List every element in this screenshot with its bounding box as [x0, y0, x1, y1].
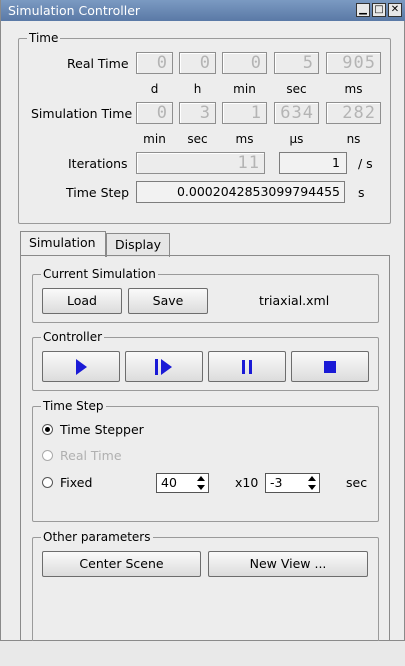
real-time-days: 0: [136, 52, 173, 74]
sim-time-us: 634: [274, 102, 319, 124]
tab-display[interactable]: Display: [106, 233, 170, 257]
fixed-label: Fixed: [60, 475, 93, 490]
close-icon[interactable]: ✕: [388, 3, 402, 17]
time-group-label: Time: [27, 31, 61, 45]
fixed-value: 40: [161, 475, 177, 490]
new-view-button[interactable]: New View ...: [208, 551, 368, 577]
window-title: Simulation Controller: [8, 3, 141, 18]
bottom-strip: [0, 641, 405, 666]
exponent-spinbox[interactable]: -3: [265, 473, 320, 493]
sim-time-label: Simulation Time: [31, 106, 133, 121]
save-button[interactable]: Save: [128, 288, 208, 314]
unit-min: min: [233, 82, 256, 96]
current-file-name: triaxial.xml: [259, 293, 330, 308]
play-icon: [76, 358, 87, 375]
time-step-value: 0.0002042853099794455: [136, 181, 345, 203]
real-time-seconds: 5: [274, 52, 319, 74]
simulation-controller-window: Simulation Controller ▁ □ ✕ Time Real Ti…: [0, 0, 405, 647]
sim-time-ms: 1: [222, 102, 267, 124]
step-button[interactable]: [125, 351, 203, 382]
unit-h: h: [193, 82, 202, 96]
rate-unit: / s: [358, 156, 373, 171]
step-icon: [155, 358, 172, 375]
time-step-label: Time Step: [66, 185, 130, 200]
iterations-label: Iterations: [68, 156, 128, 171]
unit-sim-ms: ms: [235, 132, 254, 146]
stop-button[interactable]: [291, 351, 369, 382]
unit-sim-min: min: [143, 132, 166, 146]
real-time-option-label: Real Time: [60, 448, 122, 463]
sim-time-min: 0: [136, 102, 173, 124]
sim-time-ns: 282: [326, 102, 381, 124]
unit-sec: sec: [286, 82, 307, 96]
minimize-icon[interactable]: ▁: [356, 3, 370, 17]
center-scene-button[interactable]: Center Scene: [42, 551, 201, 577]
unit-sim-sec: sec: [187, 132, 208, 146]
iterations-rate: 1: [279, 152, 347, 174]
real-time-minutes: 0: [222, 52, 267, 74]
real-time-ms: 905: [326, 52, 381, 74]
time-stepper-radio[interactable]: [42, 424, 53, 435]
unit-ms: ms: [344, 82, 363, 96]
real-time-hours: 0: [179, 52, 216, 74]
time-step-group-label: Time Step: [41, 399, 106, 413]
time-step-unit: s: [358, 185, 365, 200]
current-simulation-label: Current Simulation: [41, 267, 158, 281]
real-time-label: Real Time: [67, 56, 129, 71]
spin-arrows-icon[interactable]: [307, 475, 317, 491]
title-bar: Simulation Controller ▁ □ ✕: [1, 0, 405, 21]
sim-time-sec: 3: [179, 102, 216, 124]
time-stepper-label: Time Stepper: [60, 422, 144, 437]
load-button[interactable]: Load: [42, 288, 122, 314]
unit-sim-ns: ns: [346, 132, 361, 146]
unit-sim-us: µs: [289, 132, 304, 146]
pause-button[interactable]: [208, 351, 286, 382]
spin-arrows-icon[interactable]: [196, 475, 206, 491]
play-button[interactable]: [42, 351, 120, 382]
other-parameters-label: Other parameters: [41, 530, 153, 544]
multiplier-label: x10: [235, 475, 259, 490]
real-time-radio[interactable]: [42, 450, 53, 461]
fixed-value-spinbox[interactable]: 40: [156, 473, 209, 493]
maximize-icon[interactable]: □: [372, 3, 386, 17]
fixed-radio[interactable]: [42, 477, 53, 488]
exponent-value: -3: [270, 475, 283, 490]
pause-icon: [242, 359, 252, 374]
stop-icon: [324, 360, 336, 373]
tab-simulation[interactable]: Simulation: [20, 231, 106, 257]
fixed-unit-label: sec: [346, 475, 368, 490]
controller-label: Controller: [41, 330, 105, 344]
unit-d: d: [150, 82, 159, 96]
iterations-count: 11: [136, 152, 265, 174]
